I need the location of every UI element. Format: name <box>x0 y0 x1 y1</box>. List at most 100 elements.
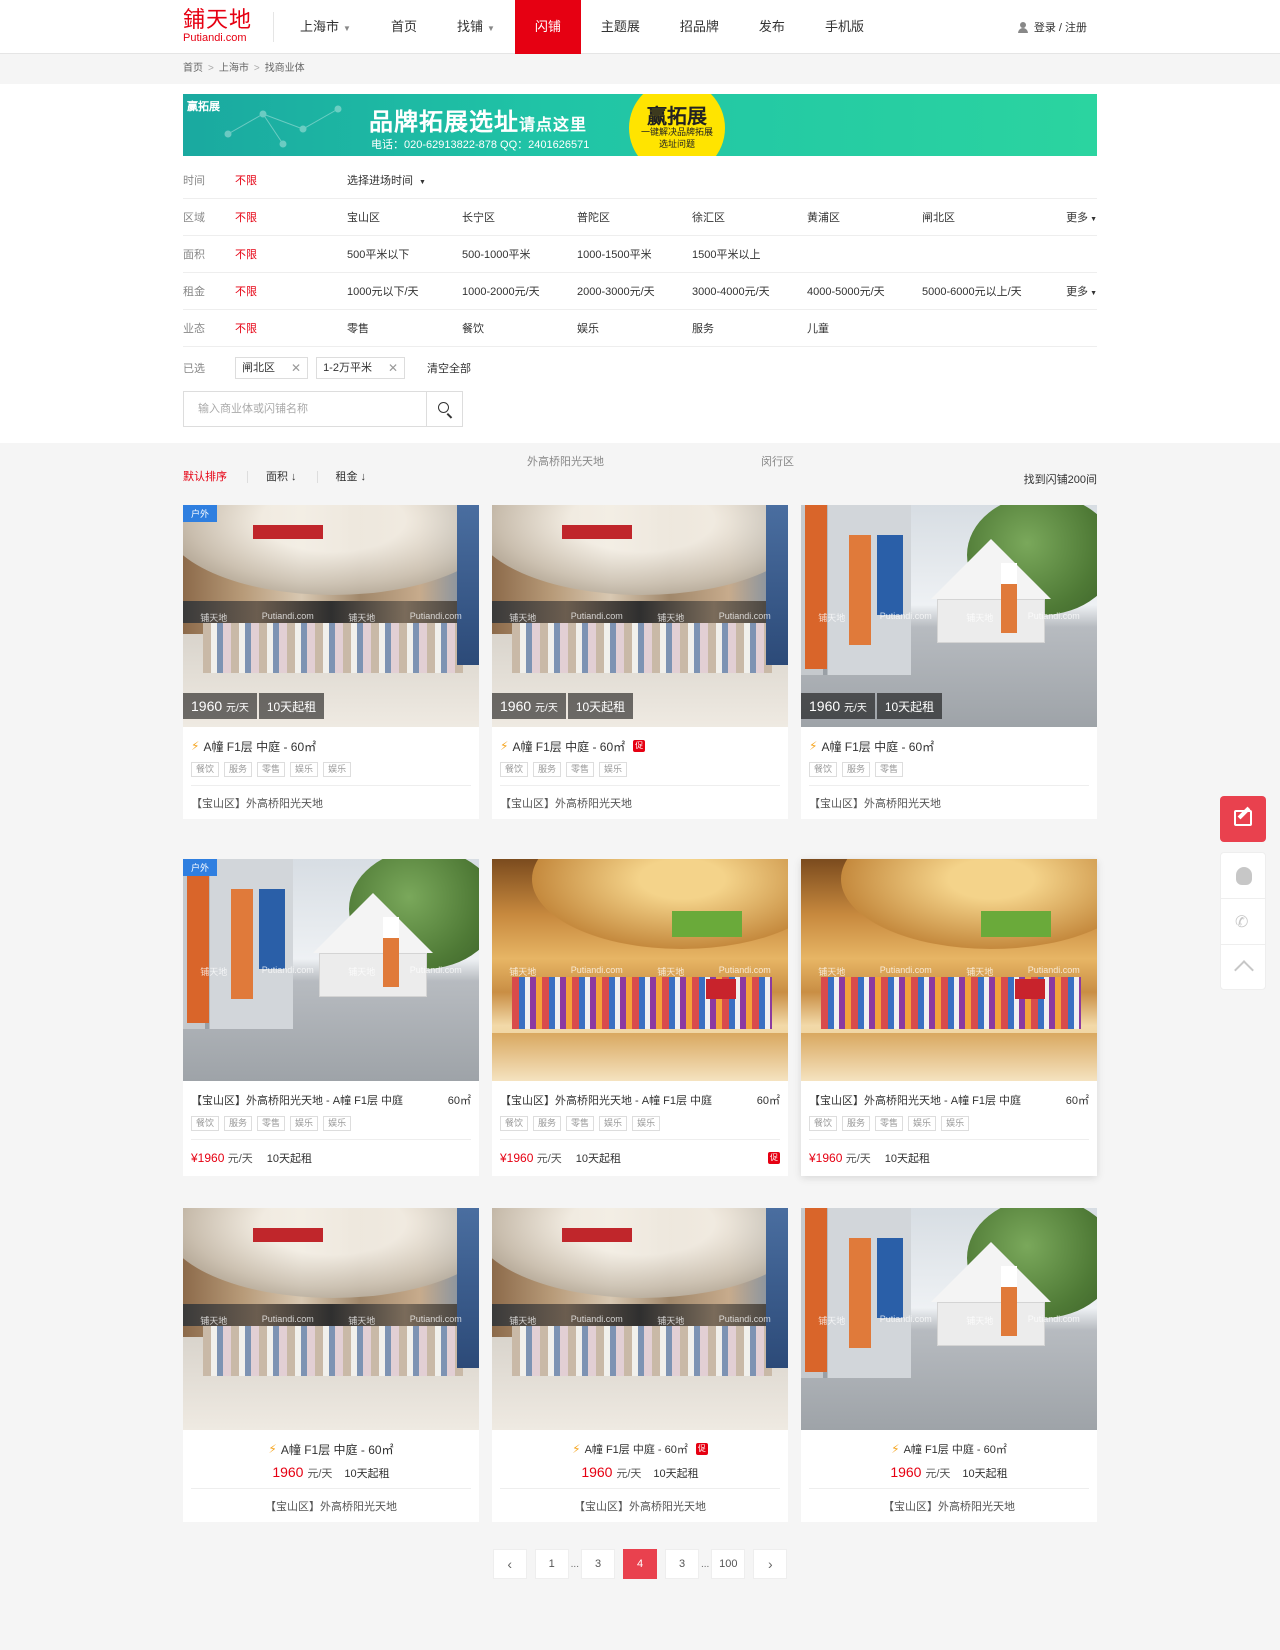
sort-default[interactable]: 默认排序 <box>183 471 248 483</box>
filter-label: 时间 <box>183 175 205 187</box>
more-area-button[interactable]: 更多 ▼ <box>1066 209 1097 225</box>
login-register-link[interactable]: 登录 / 注册 <box>1017 19 1087 35</box>
phone-button[interactable]: ✆ <box>1221 899 1265 945</box>
shop-card[interactable]: 铺天地 Putiandi.com 铺天地 Putiandi.com 1960 元/天 … <box>492 505 788 819</box>
filter-panel: 时间 不限 选择进场时间 ▼ 区域 不限 宝山区 长宁区 普陀区 徐汇区 黄浦区 … <box>183 162 1097 389</box>
filter-option[interactable]: 儿童 <box>807 320 922 336</box>
filter-all[interactable]: 不限 <box>235 246 347 262</box>
prev-page-button[interactable]: ‹ <box>492 1549 527 1579</box>
card-price-row: ¥1960 元/天 10天起租 <box>191 1140 471 1176</box>
filter-option[interactable]: 500平米以下 <box>347 246 462 262</box>
nav-theme-expo[interactable]: 主题展 <box>581 0 660 54</box>
time-dropdown[interactable]: 选择进场时间 ▼ <box>347 172 462 188</box>
close-icon[interactable]: ✕ <box>291 358 301 378</box>
promo-badge: 促 <box>695 1443 708 1455</box>
filter-option[interactable]: 黄浦区 <box>807 209 922 225</box>
filter-option[interactable]: 1000-2000元/天 <box>462 283 577 299</box>
card-title-text: A幢 F1层 中庭 - 60㎡ <box>903 1444 1007 1456</box>
nav-publish[interactable]: 发布 <box>739 0 805 54</box>
filter-label: 已选 <box>183 363 205 375</box>
nav-brands[interactable]: 招品牌 <box>660 0 739 54</box>
filter-option[interactable]: 闸北区 <box>922 209 1037 225</box>
filter-option[interactable]: 2000-3000元/天 <box>577 283 692 299</box>
qq-button[interactable] <box>1221 853 1265 899</box>
breadcrumb-city[interactable]: 上海市 <box>219 63 249 74</box>
filter-option[interactable]: 3000-4000元/天 <box>692 283 807 299</box>
site-logo[interactable]: 鋪天地 Putiandi.com <box>183 10 273 44</box>
filter-option[interactable]: 4000-5000元/天 <box>807 283 922 299</box>
nav-city[interactable]: 上海市 ▼ <box>280 0 371 54</box>
next-page-button[interactable]: › <box>753 1549 788 1579</box>
category-tag: 娱乐 <box>323 1116 352 1131</box>
chevron-down-icon: ▼ <box>486 24 495 33</box>
card-min-rent: 10天起租 <box>344 1468 390 1480</box>
price-overlay: 1960 元/天 10天起租 <box>801 693 943 719</box>
banner-network-graphic <box>224 105 342 148</box>
filter-option[interactable]: 1000元以下/天 <box>347 283 462 299</box>
banner-phone: 电话：020-62913822-878 QQ：2401626571 <box>371 139 590 151</box>
filter-all[interactable]: 不限 <box>235 283 347 299</box>
filter-option[interactable]: 1000-1500平米 <box>577 246 692 262</box>
shop-card[interactable]: 铺天地 Putiandi.com 铺天地 Putiandi.com 【宝山区】外高桥阳… <box>801 859 1097 1176</box>
card-title: ⚡ A幢 F1层 中庭 - 60㎡ <box>809 1440 1089 1458</box>
lightning-icon: ⚡ <box>809 739 818 753</box>
shop-card[interactable]: 铺天地 Putiandi.com 铺天地 Putiandi.com 户外 1960 元… <box>183 505 479 819</box>
nav-mobile[interactable]: 手机版 <box>805 0 884 54</box>
category-tag: 零售 <box>257 1116 286 1131</box>
page-current[interactable]: 4 <box>623 1549 657 1579</box>
filter-option[interactable]: 徐汇区 <box>692 209 807 225</box>
card-title-text: A幢 F1层 中庭 - 60㎡ <box>512 739 626 754</box>
filter-option[interactable]: 普陀区 <box>577 209 692 225</box>
min-rent-tag: 10天起租 <box>876 693 943 719</box>
filter-all[interactable]: 不限 <box>235 320 347 336</box>
shop-card[interactable]: 铺天地 Putiandi.com 铺天地 Putiandi.com ⚡ A幢 F1层 中… <box>183 1208 479 1522</box>
sort-label: 默认排序 <box>183 471 227 483</box>
category-tag: 餐饮 <box>191 762 220 777</box>
back-to-top-button[interactable] <box>1221 945 1265 991</box>
filter-option[interactable]: 长宁区 <box>462 209 577 225</box>
filter-option[interactable]: 娱乐 <box>577 320 692 336</box>
nav-flash-shop[interactable]: 闪铺 <box>514 0 581 54</box>
filter-option[interactable]: 1500平米以上 <box>692 246 807 262</box>
search-button[interactable] <box>426 392 462 426</box>
category-tag: 娱乐 <box>908 1116 937 1131</box>
publish-float-button[interactable] <box>1220 796 1266 842</box>
shop-card[interactable]: 铺天地 Putiandi.com 铺天地 Putiandi.com 户外 【宝山区】外… <box>183 859 479 1176</box>
card-price: ¥1960 元/天 <box>191 1151 253 1165</box>
nav-label: 闪铺 <box>534 19 561 34</box>
shop-card[interactable]: 铺天地 Putiandi.com 铺天地 Putiandi.com ⚡ A幢 F1层 中… <box>492 1208 788 1522</box>
nav-label: 手机版 <box>824 19 864 34</box>
page-link[interactable]: 1 <box>534 1549 569 1579</box>
nav-home[interactable]: 首页 <box>371 0 437 54</box>
breadcrumb-home[interactable]: 首页 <box>183 63 203 74</box>
sort-area[interactable]: 面积 ↓ <box>266 471 318 483</box>
clear-all-button[interactable]: 清空全部 <box>427 360 471 376</box>
nav-find-shop[interactable]: 找铺 ▼ <box>437 0 515 54</box>
close-icon[interactable]: ✕ <box>388 358 398 378</box>
filter-option[interactable]: 零售 <box>347 320 462 336</box>
card-min-rent: 10天起租 <box>575 1153 622 1165</box>
page-link[interactable]: 100 <box>711 1549 746 1579</box>
shop-card[interactable]: 铺天地 Putiandi.com 铺天地 Putiandi.com 【宝山区】外高桥阳… <box>492 859 788 1176</box>
card-title: ⚡ A幢 F1层 中庭 - 60㎡ <box>191 737 471 755</box>
page-link[interactable]: 3 <box>665 1549 699 1579</box>
filter-option[interactable]: 宝山区 <box>347 209 462 225</box>
filter-option[interactable]: 餐饮 <box>462 320 577 336</box>
sort-rent[interactable]: 租金 ↓ <box>336 471 387 483</box>
shop-card[interactable]: 铺天地 Putiandi.com 铺天地 Putiandi.com ⚡ A幢 F1层 中… <box>801 1208 1097 1522</box>
filter-option[interactable]: 500-1000平米 <box>462 246 577 262</box>
shop-photo: 铺天地 Putiandi.com 铺天地 Putiandi.com <box>183 1208 479 1430</box>
category-tag: 服务 <box>533 1116 562 1131</box>
filter-all[interactable]: 不限 <box>235 172 347 188</box>
search-input[interactable] <box>184 392 426 426</box>
more-rent-button[interactable]: 更多 ▼ <box>1066 283 1097 299</box>
result-count: 找到闪铺200间 <box>1023 474 1097 486</box>
filter-all[interactable]: 不限 <box>235 209 347 225</box>
filter-option[interactable]: 服务 <box>692 320 807 336</box>
filter-option[interactable]: 5000-6000元以上/天 <box>922 283 1037 299</box>
shop-card[interactable]: 铺天地 Putiandi.com 铺天地 Putiandi.com 1960 元/天 … <box>801 505 1097 819</box>
card-min-rent: 10天起租 <box>653 1468 699 1480</box>
filter-label: 业态 <box>183 323 205 335</box>
promo-banner[interactable]: 赢拓展 品牌拓展选址请点这里 电话：020-62913822-878 QQ：24… <box>183 94 1097 156</box>
page-link[interactable]: 3 <box>581 1549 615 1579</box>
